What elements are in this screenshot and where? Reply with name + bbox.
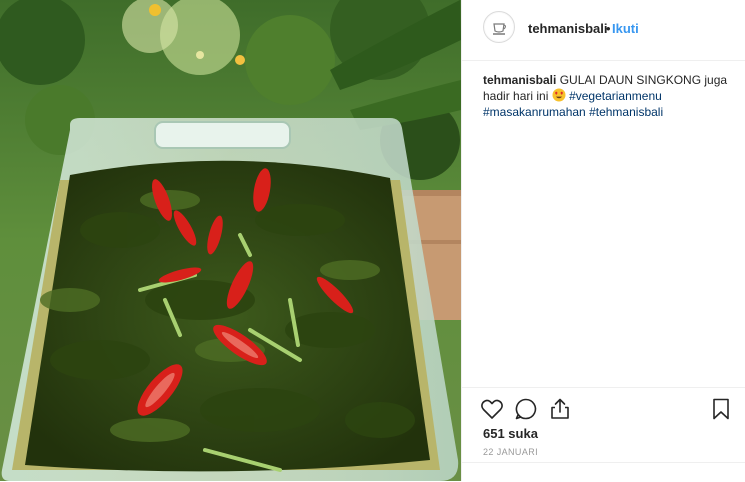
separator-dot: •	[606, 21, 611, 36]
hashtag-link[interactable]: #vegetarianmenu	[569, 89, 662, 103]
hashtag-link[interactable]: #tehmanisbali	[589, 105, 663, 119]
hashtag-link[interactable]: #masakanrumahan	[483, 105, 586, 119]
username-link[interactable]: tehmanisbali	[528, 21, 607, 36]
post-caption: tehmanisbali GULAI DAUN SINGKONG juga ha…	[483, 72, 733, 120]
post-sidebar: tehmanisbali • Ikuti tehmanisbali GULAI …	[461, 0, 745, 481]
instagram-post: tehmanisbali • Ikuti tehmanisbali GULAI …	[0, 0, 745, 481]
follow-button[interactable]: Ikuti	[612, 21, 639, 36]
tehmanisbali-logo-icon	[485, 13, 513, 41]
post-header: tehmanisbali • Ikuti	[462, 0, 745, 61]
share-icon[interactable]	[547, 396, 573, 422]
post-photo[interactable]	[0, 0, 461, 481]
cassava-leaf-curry-photo	[0, 0, 461, 481]
bookmark-icon[interactable]	[708, 396, 734, 422]
comment-bar	[462, 462, 745, 482]
likes-count[interactable]: 651 suka	[483, 426, 538, 441]
comment-icon[interactable]	[513, 396, 539, 422]
avatar[interactable]	[483, 11, 515, 43]
caption-username-link[interactable]: tehmanisbali	[483, 73, 556, 87]
post-date[interactable]: 22 JANUARI	[483, 447, 538, 457]
post-actions	[462, 387, 745, 430]
heart-eyes-emoji-icon	[552, 88, 566, 102]
heart-icon[interactable]	[479, 396, 505, 422]
